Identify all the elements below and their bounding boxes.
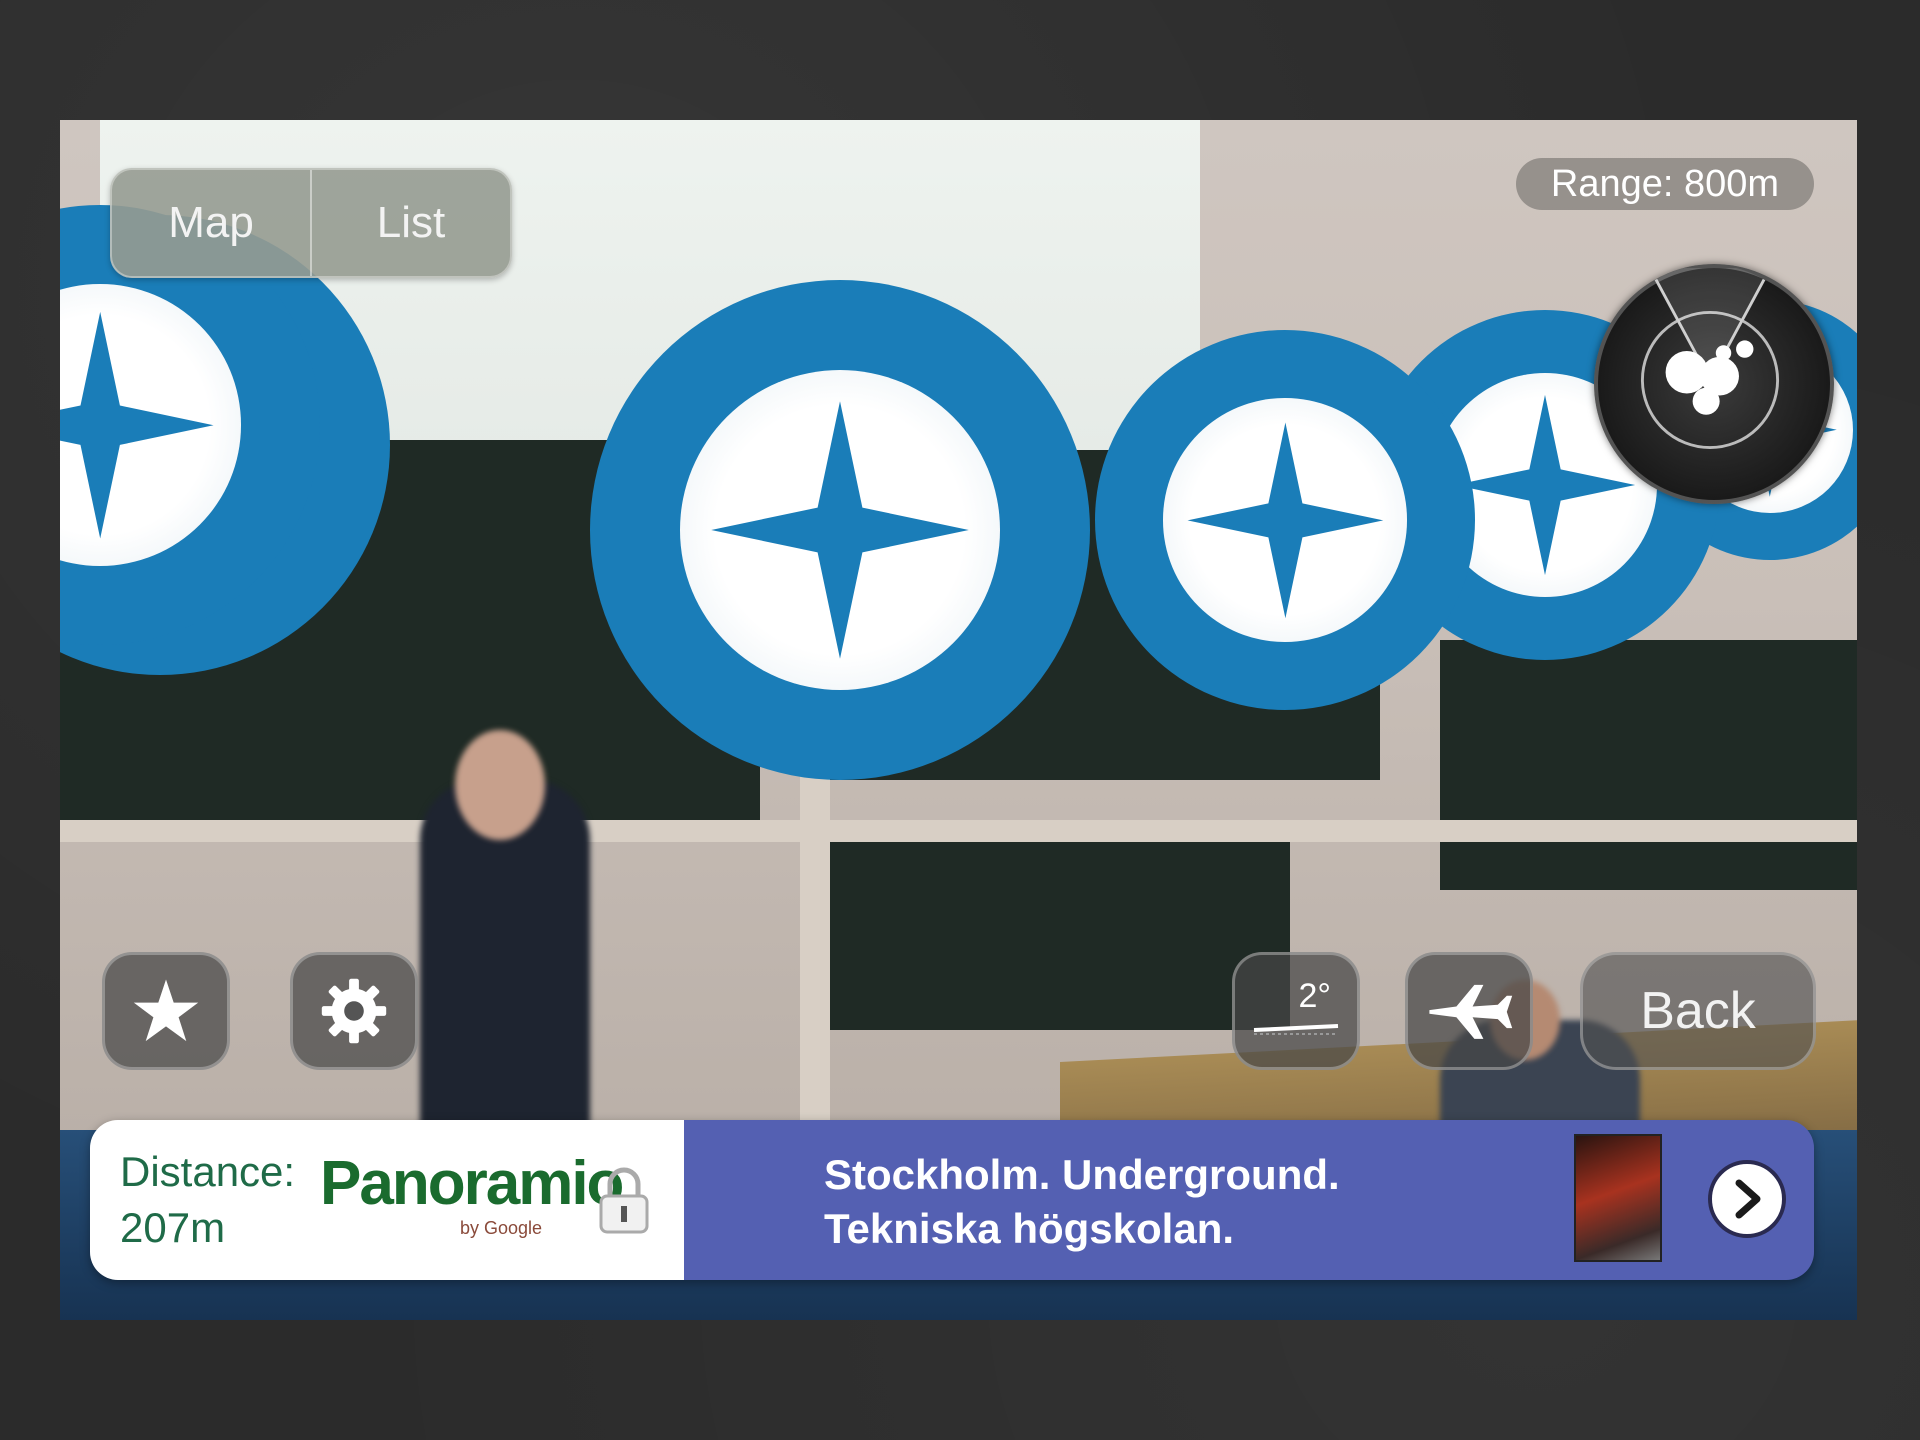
- tilt-button[interactable]: 2°: [1232, 952, 1360, 1070]
- blackboard: [1440, 640, 1857, 890]
- poi-title-line2: Tekniska högskolan.: [824, 1205, 1235, 1252]
- tilt-icon: [1253, 1024, 1339, 1035]
- compass-star-icon: [1187, 422, 1383, 618]
- blackboard: [820, 820, 1290, 1030]
- poi-thumbnail[interactable]: [1574, 1134, 1662, 1262]
- poi-title-line1: Stockholm. Underground.: [824, 1151, 1340, 1198]
- poi-source-panel: Distance: 207m Panoramio by Google: [90, 1120, 684, 1280]
- map-button[interactable]: Map: [112, 170, 310, 276]
- radar-icon[interactable]: [1594, 264, 1834, 504]
- distance-label: Distance:: [120, 1148, 296, 1195]
- airplane-mode-button[interactable]: [1405, 952, 1533, 1070]
- chevron-right-icon: [1735, 1179, 1761, 1219]
- view-mode-switch: Map List: [110, 168, 512, 278]
- settings-button[interactable]: [290, 952, 418, 1070]
- range-indicator[interactable]: Range: 800m: [1516, 158, 1814, 210]
- panoramio-logo: Panoramio by Google: [320, 1149, 624, 1238]
- favorites-button[interactable]: [102, 952, 230, 1070]
- gear-icon: [321, 978, 387, 1044]
- poi-title: Stockholm. Underground. Tekniska högskol…: [824, 1148, 1340, 1256]
- ar-camera-view: Map List Range: 800m 2° Back Distance: 2…: [60, 120, 1857, 1320]
- poi-marker[interactable]: [1095, 330, 1475, 710]
- compass-star-icon: [711, 401, 969, 659]
- tilt-value: 2°: [1298, 977, 1331, 1015]
- lock-icon[interactable]: [596, 1164, 652, 1236]
- star-icon: [133, 979, 199, 1042]
- list-button[interactable]: List: [312, 170, 510, 276]
- details-button[interactable]: [1708, 1160, 1786, 1238]
- compass-star-icon: [60, 311, 214, 539]
- poi-title-panel[interactable]: Stockholm. Underground. Tekniska högskol…: [684, 1120, 1814, 1280]
- distance-value: 207m: [120, 1204, 226, 1251]
- poi-info-bar[interactable]: Distance: 207m Panoramio by Google Stock…: [90, 1120, 1814, 1280]
- airplane-icon: [1429, 984, 1513, 1039]
- poi-marker[interactable]: [590, 280, 1090, 780]
- back-button[interactable]: Back: [1580, 952, 1816, 1070]
